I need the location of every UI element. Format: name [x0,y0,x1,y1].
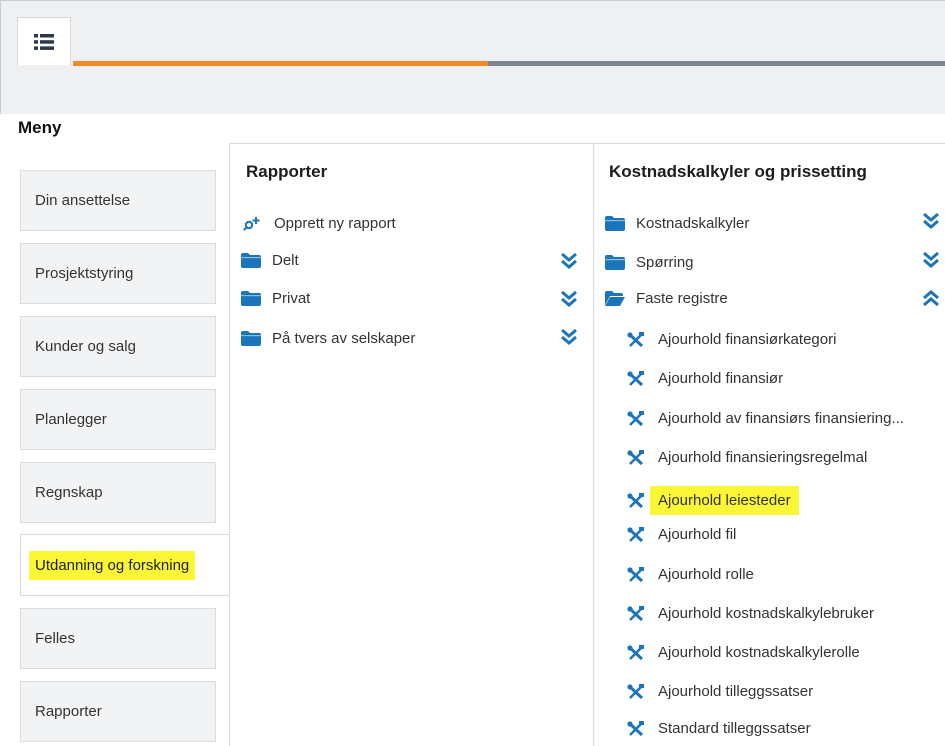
folder-label: Delt [272,252,299,269]
sidebar-item-kunder-og-salg[interactable]: Kunder og salg [20,316,216,377]
list-item-rolle[interactable]: Ajourhold rolle [627,566,754,583]
list-item-label: Standard tilleggssatser [658,720,811,737]
folder-icon [605,255,625,270]
list-item-label: Ajourhold kostnadskalkylebruker [658,605,874,622]
tools-icon [627,526,647,543]
list-item-finansiors-finansiering[interactable]: Ajourhold av finansiørs finansiering... [627,410,904,427]
tools-icon [627,720,647,737]
list-item-finansior[interactable]: Ajourhold finansiør [627,370,783,387]
list-item-label: Ajourhold finansiør [658,370,784,387]
list-item-kostnadskalkylebruker[interactable]: Ajourhold kostnadskalkylebruker [627,605,874,622]
tools-icon [627,605,647,622]
folder-label: Faste registre [636,290,728,307]
tools-icon [627,492,647,509]
folder-icon [241,291,261,306]
folder-delt[interactable]: Delt [241,252,299,269]
sidebar-item-label: Din ansettelse [35,192,131,209]
chevron-double-down-icon[interactable] [922,212,940,230]
folder-icon [241,253,261,268]
sidebar-item-label: Kunder og salg [35,338,136,355]
sidebar-item-planlegger[interactable]: Planlegger [20,389,216,450]
sidebar-item-label: Planlegger [35,411,107,428]
list-item-finansieringsregelmal[interactable]: Ajourhold finansieringsregelmal [627,449,867,466]
chevron-double-down-icon[interactable] [922,251,940,269]
tools-icon [627,449,647,466]
list-item-label: Ajourhold tilleggssatser [658,683,814,700]
chevron-double-up-icon[interactable] [922,289,940,307]
list-item-label: Ajourhold av finansiørs finansiering... [658,410,904,427]
tools-icon [627,566,647,583]
sidebar-item-label: Regnskap [35,484,103,501]
create-report-label: Opprett ny rapport [274,215,396,232]
list-item-fil[interactable]: Ajourhold fil [627,526,736,543]
list-item-label: Ajourhold rolle [658,566,754,583]
list-item-kostnadskalkylerolle[interactable]: Ajourhold kostnadskalkylerolle [627,644,860,661]
list-item-label: Ajourhold leiesteder [650,486,799,515]
sidebar-item-label: Prosjektstyring [35,265,134,282]
kostnadskalkyler-panel-title: Kostnadskalkyler og prissetting [609,162,867,181]
folder-icon [241,331,261,346]
top-bar [0,0,945,114]
tools-icon [627,683,647,700]
chevron-double-down-icon[interactable] [560,252,578,270]
sidebar-item-label: Rapporter [35,703,102,720]
folder-faste-registre[interactable]: Faste registre [605,290,728,307]
list-item-standard-tilleggssatser[interactable]: Standard tilleggssatser [627,720,811,737]
sidebar-item-din-ansettelse[interactable]: Din ansettelse [20,170,216,231]
folder-icon [605,216,625,231]
menu-toggle-button[interactable] [17,17,71,65]
folder-label: På tvers av selskaper [272,330,416,347]
list-icon [34,33,54,50]
sidebar-item-regnskap[interactable]: Regnskap [20,462,216,523]
sidebar-item-rapporter[interactable]: Rapporter [20,681,216,742]
tools-icon [627,370,647,387]
folder-open-icon [605,291,625,306]
tools-icon [627,644,647,661]
sidebar-item-label: Utdanning og forskning [29,550,196,580]
sidebar-item-prosjektstyring[interactable]: Prosjektstyring [20,243,216,304]
report-add-icon [243,216,263,232]
list-item-leiesteder[interactable]: Ajourhold leiesteder [627,486,799,515]
sidebar-item-utdanning-og-forskning[interactable]: Utdanning og forskning [20,534,230,596]
rapporter-panel [229,143,593,746]
folder-label: Spørring [636,254,694,271]
progress-bar-filled [73,61,488,66]
folder-pa-tvers-av-selskaper[interactable]: På tvers av selskaper [241,330,415,347]
list-item-label: Ajourhold finansiørkategori [658,331,837,348]
rapporter-panel-title: Rapporter [246,162,328,181]
sidebar-item-felles[interactable]: Felles [20,608,216,669]
folder-sporring[interactable]: Spørring [605,254,694,271]
tools-icon [627,410,647,427]
progress-bar-remaining [488,61,945,66]
list-item-label: Ajourhold kostnadskalkylerolle [658,644,860,661]
chevron-double-down-icon[interactable] [560,290,578,308]
list-item-label: Ajourhold fil [658,526,737,543]
chevron-double-down-icon[interactable] [560,328,578,346]
list-item-tilleggssatser[interactable]: Ajourhold tilleggssatser [627,683,813,700]
folder-label: Privat [272,290,311,307]
menu-title: Meny [18,118,62,137]
create-report-link[interactable]: Opprett ny rapport [243,215,396,232]
folder-privat[interactable]: Privat [241,290,310,307]
list-item-label: Ajourhold finansieringsregelmal [658,449,868,466]
sidebar-item-label: Felles [35,630,76,647]
tools-icon [627,331,647,348]
folder-kostnadskalkyler[interactable]: Kostnadskalkyler [605,215,749,232]
folder-label: Kostnadskalkyler [636,215,750,232]
list-item-finansiorkategori[interactable]: Ajourhold finansiørkategori [627,331,836,348]
